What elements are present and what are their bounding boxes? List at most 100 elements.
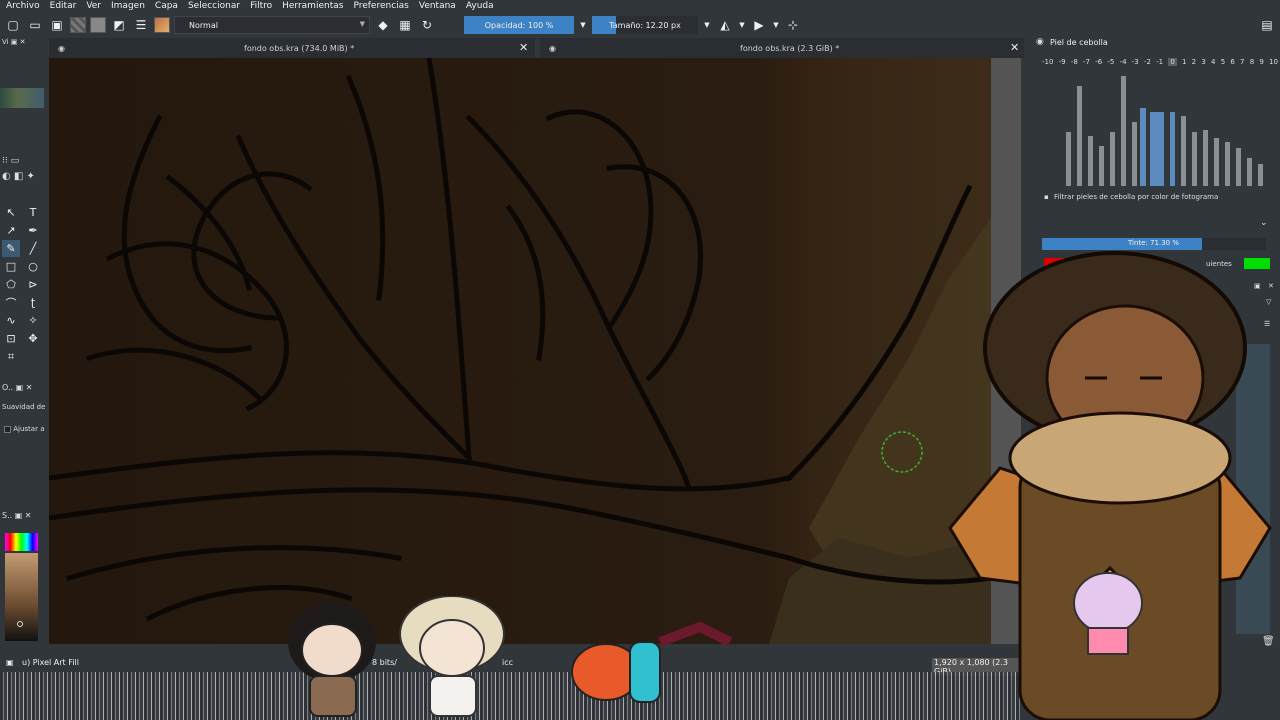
chevron-down-icon[interactable]: ⌄ [1260, 218, 1268, 228]
text-tool-icon[interactable]: T [24, 204, 42, 221]
opacity-bar[interactable] [1140, 108, 1146, 186]
multibrush-icon[interactable]: ✧ [24, 312, 42, 329]
frame-number[interactable]: -2 [1144, 58, 1151, 66]
menu-editar[interactable]: Editar [50, 0, 77, 12]
onion-opacity-bars[interactable] [1044, 72, 1270, 186]
menu-imagen[interactable]: Imagen [111, 0, 145, 12]
opacity-bar[interactable] [1150, 112, 1164, 186]
layer-list-strip[interactable] [1236, 344, 1270, 634]
menu-preferencias[interactable]: Preferencias [353, 0, 408, 12]
tab-document-1[interactable]: fondo obs.kra (734.0 MiB) * [244, 40, 354, 56]
rectangle-tool-icon[interactable]: □ [2, 258, 20, 275]
frame-number[interactable]: 7 [1240, 58, 1244, 66]
opacity-bar[interactable] [1203, 130, 1208, 186]
opacity-bar[interactable] [1214, 138, 1219, 186]
select-shapes-icon[interactable]: ↖ [2, 204, 20, 221]
size-slider[interactable]: Tamaño: 12.20 px [592, 16, 698, 34]
transform-tool-icon[interactable]: ⊡ [2, 330, 20, 347]
brush-settings-icon[interactable]: ☰ [132, 16, 150, 34]
docker-float-icon[interactable]: ◉ [1036, 37, 1044, 47]
opacity-bar[interactable] [1132, 122, 1137, 186]
frame-number-selected[interactable]: 0 [1168, 58, 1177, 66]
open-folder-icon[interactable]: ▭ [26, 16, 44, 34]
blend-mode-select[interactable]: Normal ▼ [174, 16, 370, 34]
overview-thumbnail[interactable] [0, 88, 44, 108]
bezier-tool-icon[interactable]: ⌒ [2, 294, 20, 311]
reload-icon[interactable]: ↻ [418, 16, 436, 34]
eraser-icon[interactable]: ◆ [374, 16, 392, 34]
tab-document-2[interactable]: fondo obs.kra (2.3 GiB) * [740, 40, 839, 56]
frame-number[interactable]: -1 [1156, 58, 1163, 66]
polyline-tool-icon[interactable]: ⊳ [24, 276, 42, 293]
close-tab-1-icon[interactable]: ✕ [519, 41, 528, 54]
menu-ver[interactable]: Ver [86, 0, 101, 12]
opacity-bar[interactable] [1099, 146, 1104, 186]
chevron-down-icon[interactable]: ▼ [772, 16, 780, 34]
menu-capa[interactable]: Capa [155, 0, 178, 12]
mirror-horizontal-icon[interactable]: ◭ [716, 16, 734, 34]
opacity-bar[interactable] [1258, 164, 1263, 186]
frame-number[interactable]: 8 [1250, 58, 1254, 66]
frame-number[interactable]: 9 [1259, 58, 1263, 66]
close-docker-icon[interactable]: ✕ [1268, 282, 1274, 290]
frame-number[interactable]: -9 [1059, 58, 1066, 66]
menu-seleccionar[interactable]: Seleccionar [188, 0, 240, 12]
frame-number[interactable]: 2 [1192, 58, 1196, 66]
ellipse-tool-icon[interactable]: ○ [24, 258, 42, 275]
opacity-bar[interactable] [1170, 112, 1175, 186]
wrap-around-icon[interactable]: ⊹ [784, 16, 802, 34]
opacity-bar[interactable] [1066, 132, 1071, 186]
frame-number[interactable]: 5 [1221, 58, 1225, 66]
mirror-vertical-icon[interactable]: ▶ [750, 16, 768, 34]
menu-filtro[interactable]: Filtro [250, 0, 272, 12]
frame-number[interactable]: -3 [1132, 58, 1139, 66]
alpha-lock-icon[interactable]: ▦ [396, 16, 414, 34]
hue-strip[interactable] [5, 533, 38, 551]
close-tab-2-icon[interactable]: ✕ [1010, 41, 1019, 54]
freehand-brush-icon[interactable]: ✎ [2, 240, 20, 257]
freehand-path-icon[interactable]: ʈ [24, 294, 42, 311]
frame-number[interactable]: 6 [1230, 58, 1234, 66]
frame-number[interactable]: 3 [1201, 58, 1205, 66]
tint-slider[interactable]: Tinte: 71.30 % [1042, 238, 1266, 250]
previous-frames-color[interactable] [1044, 258, 1072, 269]
line-tool-icon[interactable]: ╱ [24, 240, 42, 257]
menu-archivo[interactable]: Archivo [6, 0, 40, 12]
color-swap-icon[interactable]: ◩ [110, 16, 128, 34]
opacity-bar[interactable] [1088, 136, 1093, 186]
edit-shapes-icon[interactable]: ↗ [2, 222, 20, 239]
filter-icon[interactable]: ▽ [1266, 298, 1271, 306]
save-icon[interactable]: ▣ [48, 16, 66, 34]
polygon-tool-icon[interactable]: ⬠ [2, 276, 20, 293]
opacity-bar[interactable] [1110, 132, 1115, 186]
brush-preset-icon[interactable] [154, 17, 170, 33]
chevron-down-icon[interactable]: ▼ [702, 16, 712, 34]
menu-icon[interactable]: ☰ [1264, 320, 1270, 328]
float-docker-icon[interactable]: ▣ [1254, 282, 1261, 290]
crop-tool-icon[interactable]: ⌗ [2, 348, 20, 365]
new-document-icon[interactable]: ▢ [4, 16, 22, 34]
frame-number[interactable]: -8 [1071, 58, 1078, 66]
opacity-bar[interactable] [1121, 76, 1126, 186]
frame-number[interactable]: 1 [1182, 58, 1186, 66]
opacity-bar[interactable] [1192, 132, 1197, 186]
next-frames-color[interactable] [1244, 258, 1270, 269]
pattern-swatch[interactable] [90, 17, 106, 33]
frame-number[interactable]: 4 [1211, 58, 1215, 66]
drawing-canvas[interactable] [49, 58, 991, 644]
opacity-bar[interactable] [1181, 116, 1186, 186]
opacity-bar[interactable] [1236, 148, 1241, 186]
dynamic-brush-icon[interactable]: ∿ [2, 312, 20, 329]
opacity-bar[interactable] [1077, 86, 1082, 186]
menu-ventana[interactable]: Ventana [419, 0, 456, 12]
chevron-down-icon[interactable]: ▼ [738, 16, 746, 34]
saturation-value-square[interactable] [5, 553, 38, 641]
opacity-bar[interactable] [1247, 158, 1252, 186]
gradient-swatch[interactable] [70, 17, 86, 33]
snap-checkbox-label[interactable]: Ajustar a [4, 425, 44, 433]
brush-preset-name[interactable]: u) Pixel Art Fill [22, 658, 79, 667]
frame-number[interactable]: -6 [1095, 58, 1102, 66]
menu-ayuda[interactable]: Ayuda [466, 0, 494, 12]
frame-number[interactable]: -5 [1107, 58, 1114, 66]
move-tool-icon[interactable]: ✥ [24, 330, 42, 347]
